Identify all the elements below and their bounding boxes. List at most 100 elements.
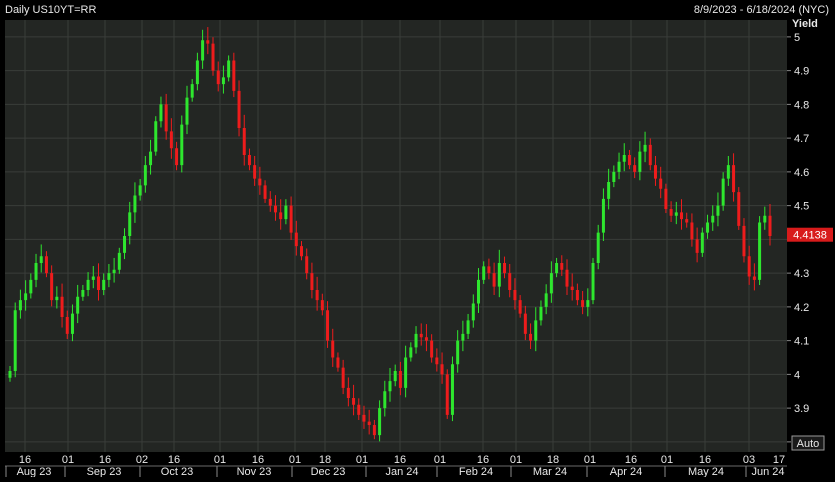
candle-body: [518, 300, 522, 314]
candle-body: [346, 387, 350, 398]
candle-body: [393, 371, 397, 382]
candle-body: [706, 222, 710, 233]
candle-body: [8, 371, 12, 378]
candle-body: [263, 185, 267, 199]
candle-body: [549, 273, 553, 294]
candle-body: [341, 367, 345, 388]
candle-body: [414, 333, 418, 348]
candle-body: [352, 398, 356, 405]
candle-body: [482, 266, 486, 280]
candle-body: [289, 205, 293, 233]
candle-body: [581, 300, 585, 307]
candle-body: [268, 198, 272, 206]
candle-body: [768, 215, 772, 236]
chart-title: Daily US10YT=RR: [5, 4, 96, 16]
month-label: Jun 24: [751, 466, 784, 477]
candle-body: [326, 310, 330, 341]
candle-body: [404, 357, 408, 388]
candle-body: [164, 104, 168, 132]
candle-body: [607, 182, 611, 199]
candle-body: [555, 263, 559, 274]
candle-body: [55, 296, 59, 301]
candle-body: [195, 60, 199, 85]
candle-body: [211, 43, 215, 71]
candle-body: [763, 215, 767, 223]
candle-body: [65, 317, 69, 334]
candle-body: [294, 232, 298, 247]
candle-body: [60, 296, 64, 317]
candle-body: [752, 276, 756, 280]
chart-window: 54.94.84.74.64.54.34.24.143.93.8 1601160…: [0, 0, 835, 478]
candlestick-chart: 54.94.84.74.64.54.34.24.143.93.8 1601160…: [0, 0, 835, 478]
candle-body: [508, 273, 512, 290]
candle-body: [591, 263, 595, 301]
candle-body: [565, 269, 569, 287]
candle-body: [310, 273, 314, 290]
candle-body: [388, 381, 392, 392]
last-value-text: 4.4138: [793, 230, 827, 242]
y-tick-label: 4.7: [794, 133, 809, 145]
y-tick-label: 4.8: [794, 99, 809, 111]
candle-body: [273, 205, 277, 213]
candle-body: [419, 333, 423, 338]
last-value-badge: 4.4138: [787, 227, 833, 242]
candle-body: [76, 296, 80, 314]
y-axis-label: Yield: [792, 18, 818, 30]
candle-body: [50, 273, 54, 301]
candle-body: [29, 279, 33, 294]
y-tick-label: 4.3: [794, 268, 809, 280]
candle-body: [503, 263, 507, 274]
candle-body: [138, 185, 142, 196]
candle-body: [18, 300, 22, 311]
x-tick-label: 01: [584, 454, 596, 466]
candle-body: [732, 165, 736, 193]
x-tick-label: 16: [477, 454, 489, 466]
candle-body: [669, 209, 673, 216]
x-tick-label: 16: [19, 454, 31, 466]
candle-body: [716, 205, 720, 216]
candle-body: [227, 60, 231, 78]
month-label: Apr 24: [610, 466, 642, 477]
candle-body: [497, 263, 501, 287]
candle-body: [24, 293, 28, 301]
auto-button-label[interactable]: Auto: [797, 438, 820, 450]
candle-body: [638, 151, 642, 172]
candle-body: [737, 192, 741, 226]
candle-body: [253, 165, 257, 179]
candle-body: [680, 212, 684, 220]
x-tick-label: 01: [289, 454, 301, 466]
month-label: Nov 23: [237, 466, 272, 477]
x-tick-label: 17: [773, 454, 785, 466]
candle-body: [513, 290, 517, 301]
candle-body: [523, 313, 527, 334]
candle-body: [622, 155, 626, 162]
x-tick-label: 01: [510, 454, 522, 466]
month-label: Mar 24: [533, 466, 567, 477]
candle-body: [175, 148, 179, 166]
auto-button[interactable]: Auto: [791, 435, 825, 451]
candle-body: [534, 320, 538, 341]
candle-body: [617, 161, 621, 172]
candle-body: [102, 279, 106, 290]
candle-body: [128, 212, 132, 236]
candle-body: [123, 236, 127, 253]
candle-body: [398, 371, 402, 388]
candle-body: [372, 425, 376, 436]
candle-body: [96, 276, 100, 290]
candle-body: [456, 340, 460, 365]
candle-body: [461, 333, 465, 341]
candle-body: [357, 404, 361, 415]
candle-body: [13, 310, 17, 371]
candle-body: [544, 293, 548, 307]
x-tick-label: 16: [394, 454, 406, 466]
x-tick-label: 01: [434, 454, 446, 466]
candle-body: [133, 195, 137, 213]
candle-body: [633, 165, 637, 172]
candle-body: [180, 124, 184, 166]
candle-body: [378, 408, 382, 436]
candle-body: [44, 256, 48, 274]
candle-body: [586, 300, 590, 307]
candle-body: [440, 364, 444, 375]
candle-body: [627, 155, 631, 166]
candle-body: [247, 155, 251, 166]
